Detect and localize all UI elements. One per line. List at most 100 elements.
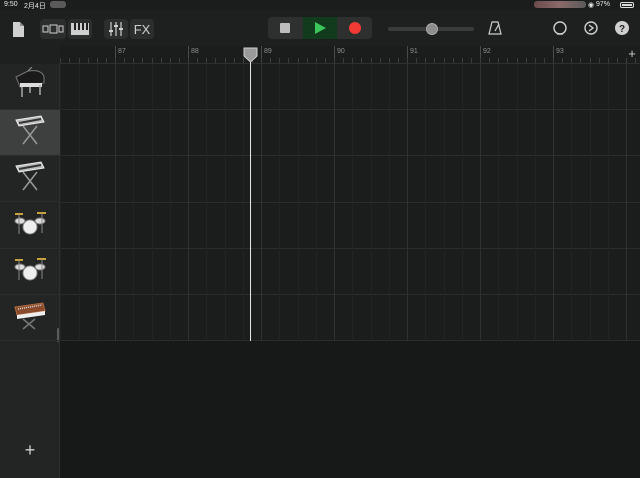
master-slider[interactable] (388, 23, 474, 35)
ruler-bar-label: 88 (191, 48, 199, 55)
rotation-lock-icon: ◉ (588, 2, 595, 9)
grand-piano-icon (12, 66, 48, 106)
ruler-bar-label: 90 (337, 48, 345, 55)
fx-button[interactable]: FX (130, 19, 154, 39)
ruler-sub-tick (608, 58, 609, 63)
ruler-sub-tick (425, 58, 426, 63)
ruler-sub-tick (106, 58, 107, 63)
playhead-handle[interactable] (243, 47, 258, 63)
track-header-keyboard-stand[interactable] (0, 156, 60, 202)
grid-beat-line (97, 64, 98, 341)
ruler-sub-tick (197, 58, 198, 63)
drum-kit-icon (13, 253, 47, 290)
keyboard-stand-icon (13, 160, 47, 197)
ruler-sub-tick (480, 58, 481, 63)
ruler-sub-tick (316, 58, 317, 63)
metronome-button[interactable] (487, 19, 503, 37)
ruler-sub-tick (261, 58, 262, 63)
add-track-button[interactable]: + (20, 440, 40, 460)
grid-beat-line (352, 64, 353, 341)
ruler-sub-tick (517, 58, 518, 63)
ruler-sub-tick (361, 58, 362, 63)
grid-beat-line (462, 64, 463, 341)
drum-kit-icon (13, 207, 47, 244)
status-bar: 9:50 2月4日 ◉ 97% (0, 0, 640, 10)
ruler-bar-label: 93 (556, 48, 564, 55)
ruler-sub-tick (307, 58, 308, 63)
ruler-sub-tick (471, 58, 472, 63)
loops-button[interactable] (551, 19, 569, 37)
ruler-sub-tick (225, 58, 226, 63)
grid-beat-line (225, 64, 226, 341)
svg-text:?: ? (619, 24, 625, 35)
ruler-sub-tick (343, 58, 344, 63)
loop-icon (553, 21, 567, 35)
track-grid[interactable] (60, 64, 640, 341)
status-blurred-item (50, 1, 66, 8)
play-icon (315, 22, 326, 34)
empty-track-area[interactable] (60, 341, 640, 478)
track-headers (0, 64, 60, 478)
ruler-sub-tick (124, 58, 125, 63)
ruler-sub-tick (60, 58, 61, 63)
ruler-sub-tick (170, 58, 171, 63)
ruler-sub-tick (298, 58, 299, 63)
ruler-sub-tick (88, 58, 89, 63)
my-songs-document-icon[interactable] (10, 20, 26, 38)
ruler-sub-tick (179, 58, 180, 63)
ruler-sub-tick (79, 58, 80, 63)
ruler-bar-label: 92 (483, 48, 491, 55)
ruler-sub-tick (325, 58, 326, 63)
grid-beat-line (243, 64, 244, 341)
analog-synth-icon (13, 299, 47, 336)
grid-bar-line (261, 64, 262, 341)
help-button[interactable]: ? (613, 19, 631, 37)
ruler-sub-tick (352, 58, 353, 63)
ruler-sub-tick (599, 58, 600, 63)
metronome-icon (488, 21, 502, 35)
grid-beat-line (279, 64, 280, 341)
keyboard-stand-icon (13, 114, 47, 151)
ruler-sub-tick (398, 58, 399, 63)
ruler-sub-tick (453, 58, 454, 63)
ruler-sub-tick (234, 58, 235, 63)
mixer-button[interactable] (104, 19, 128, 39)
grid-beat-line (498, 64, 499, 341)
track-header-drum-kit[interactable] (0, 203, 60, 249)
stop-button[interactable] (268, 17, 303, 39)
track-header-drum-kit[interactable] (0, 249, 60, 295)
ruler-sub-tick (69, 58, 70, 63)
play-button[interactable] (302, 17, 338, 39)
grid-bar-line (334, 64, 335, 341)
grid-beat-line (133, 64, 134, 341)
ruler-sub-tick (526, 58, 527, 63)
track-header-keyboard-stand[interactable] (0, 110, 60, 156)
tracks-view-button[interactable] (40, 19, 66, 39)
master-slider-knob[interactable] (426, 23, 438, 35)
timeline-ruler[interactable]: 87 88 89 90 91 92 93 (60, 46, 640, 64)
grid-bar-line (407, 64, 408, 341)
track-header-analog-synth[interactable] (0, 295, 60, 341)
playhead-line (250, 56, 251, 341)
grid-bar-line (553, 64, 554, 341)
ruler-sub-tick (142, 58, 143, 63)
transport-controls (268, 17, 373, 39)
track-header-grand-piano[interactable] (0, 64, 60, 110)
ruler-bar-label: 89 (264, 48, 272, 55)
ruler-bar-label: 91 (410, 48, 418, 55)
ruler-sub-tick (371, 58, 372, 63)
keyboard-button[interactable] (68, 19, 92, 39)
add-section-button[interactable]: + (626, 47, 638, 61)
record-button[interactable] (337, 17, 373, 39)
ruler-sub-tick (535, 58, 536, 63)
ruler-sub-tick (416, 58, 417, 63)
status-blurred-indicators (534, 1, 586, 8)
ruler-corner (0, 46, 60, 64)
ruler-sub-tick (444, 58, 445, 63)
ruler-sub-tick (562, 58, 563, 63)
grid-beat-line (590, 64, 591, 341)
ruler-sub-tick (434, 58, 435, 63)
settings-button[interactable] (582, 19, 600, 37)
tracks-view-icon (42, 24, 64, 34)
ruler-sub-tick (498, 58, 499, 63)
